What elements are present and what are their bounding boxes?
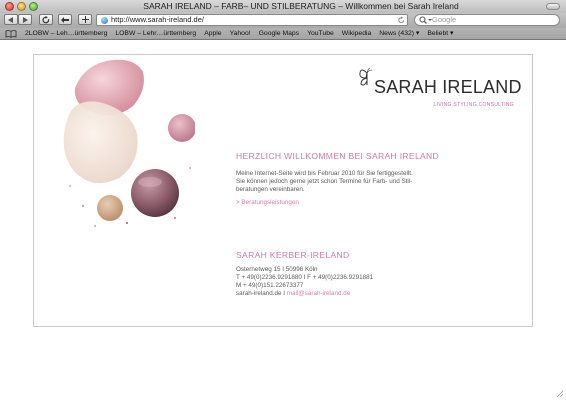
- back-button[interactable]: [4, 14, 18, 25]
- search-icon: [419, 16, 432, 24]
- site-globe-icon: [101, 17, 108, 24]
- contact-website: sarah-ireland.de I: [236, 290, 286, 297]
- makeup-powder-image: [63, 59, 195, 227]
- contact-email-link[interactable]: mail@sarah-ireland.de: [287, 290, 350, 297]
- site-logo[interactable]: SARAH IRELAND LIVING.STYLING.CONSULTING: [359, 67, 522, 108]
- bookmark-item[interactable]: YouTube: [307, 29, 334, 39]
- contact-web-line: sarah-ireland.de I mail@sarah-ireland.de: [236, 290, 350, 299]
- browser-window: SARAH IRELAND – FARB– UND STILBERATUNG –…: [0, 0, 566, 400]
- search-field[interactable]: Google: [414, 14, 560, 26]
- bookmark-item[interactable]: 2LOBW – Leh…ürttemberg: [25, 29, 107, 39]
- welcome-heading: HERZLICH WILLKOMMEN BEI SARAH IRELAND: [236, 151, 440, 161]
- add-bookmark-button[interactable]: [78, 14, 92, 25]
- browser-toolbar: http://www.sarah-ireland.de/ Google: [0, 13, 566, 28]
- back-arrow-icon: [8, 16, 13, 23]
- close-window-button[interactable]: [5, 2, 14, 11]
- reload-icon: [42, 15, 50, 23]
- resize-grip-icon[interactable]: [554, 388, 564, 398]
- title-bar: SARAH IRELAND – FARB– UND STILBERATUNG –…: [0, 0, 566, 13]
- logo-tagline: LIVING.STYLING.CONSULTING: [433, 102, 514, 108]
- bookmark-item[interactable]: LOBW – Lehr…ürttemberg: [115, 29, 196, 39]
- snapback-button[interactable]: [58, 14, 72, 25]
- bookmark-popular-menu[interactable]: Beliebt ▾: [427, 29, 453, 39]
- bookmark-item[interactable]: Google Maps: [259, 29, 299, 39]
- forward-button[interactable]: [18, 14, 32, 25]
- consulting-services-link[interactable]: > Beratungsleistungen: [236, 199, 299, 206]
- reload-button[interactable]: [39, 14, 53, 25]
- url-text: http://www.sarah-ireland.de/: [111, 15, 204, 24]
- bookmark-news-menu[interactable]: News (432) ▾: [379, 29, 419, 39]
- forward-arrow-icon: [23, 16, 28, 23]
- bookmarks-bar: 2LOBW – Leh…ürttemberg LOBW – Lehr…ürtte…: [0, 28, 566, 40]
- search-placeholder: Google: [432, 15, 457, 24]
- bookmark-item[interactable]: Yahoo!: [230, 29, 251, 39]
- book-icon[interactable]: [5, 29, 17, 38]
- minimize-window-button[interactable]: [17, 2, 26, 11]
- zoom-window-button[interactable]: [29, 2, 38, 11]
- welcome-text-line: beratungen vereinbaren.: [236, 186, 305, 193]
- logo-name: SARAH IRELAND: [374, 77, 522, 97]
- bookmark-item[interactable]: Wikipedia: [342, 29, 371, 39]
- butterfly-icon: [359, 67, 373, 86]
- url-reload-icon[interactable]: [398, 16, 405, 24]
- address-bar[interactable]: http://www.sarah-ireland.de/: [96, 14, 408, 26]
- snapback-icon: [61, 16, 69, 23]
- toolbar-toggle-button[interactable]: [546, 3, 560, 10]
- contact-heading: SARAH KERBER-IRELAND: [236, 250, 350, 260]
- bookmark-item[interactable]: Apple: [204, 29, 221, 39]
- plus-icon: [81, 16, 89, 23]
- window-title: SARAH IRELAND – FARB– UND STILBERATUNG –…: [143, 1, 459, 11]
